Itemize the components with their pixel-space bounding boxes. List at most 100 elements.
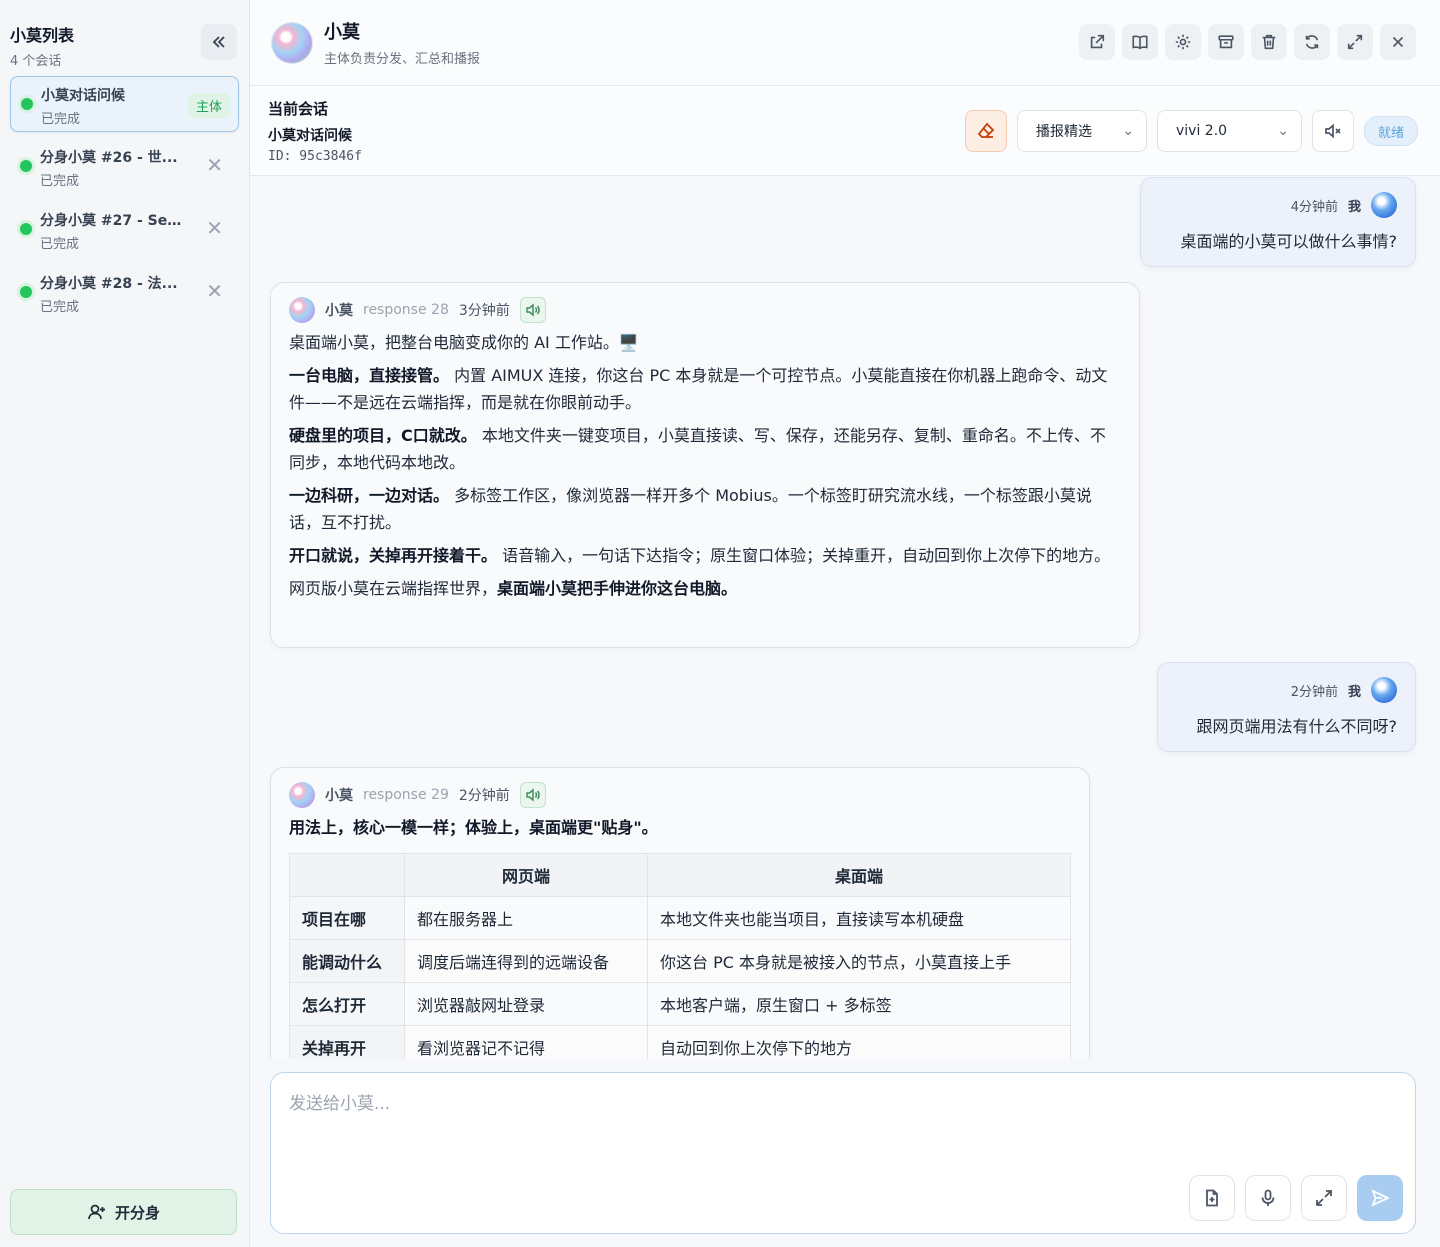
model-select-value: vivi 2.0 — [1175, 123, 1228, 139]
add-user-icon — [88, 1204, 105, 1220]
table-cell: 你这台 PC 本身就是被接入的节点，小莫直接上手 — [647, 939, 1071, 983]
close-icon[interactable]: ✕ — [206, 153, 223, 177]
table-header — [289, 853, 405, 897]
delete-button[interactable] — [1251, 24, 1287, 60]
table-cell: 都在服务器上 — [404, 896, 648, 940]
main-panel: 小莫 主体负责分发、汇总和播报 当前会话 小莫对话问候 ID: 95c3846f… — [250, 0, 1440, 1247]
attach-file-button[interactable] — [1189, 1175, 1235, 1221]
play-audio-button[interactable] — [519, 297, 546, 323]
broadcast-select[interactable]: 播报精选 ⌄ — [1016, 110, 1147, 152]
message-text: 桌面端的小莫可以做什么事情? — [1180, 232, 1398, 251]
chevron-down-icon: ⌄ — [1122, 123, 1134, 139]
assistant-message: 小莫 response 29 2分钟前 用法上，核心一模一样；体验上，桌面端更"… — [270, 767, 1090, 1059]
session-item-main[interactable]: 小莫对话问候 已完成 主体 — [10, 76, 239, 132]
session-name: 分身小莫 #27 - Sel... — [40, 213, 185, 229]
maximize-button[interactable] — [1337, 24, 1373, 60]
expand-composer-button[interactable] — [1301, 1175, 1347, 1221]
table-cell: 浏览器敲网址登录 — [404, 982, 648, 1026]
user-avatar — [1371, 677, 1397, 703]
table-cell: 看浏览器记不记得 — [404, 1025, 648, 1059]
user-message: 4分钟前 我 桌面端的小莫可以做什么事情? — [1140, 177, 1416, 267]
file-add-icon — [1206, 1189, 1218, 1207]
double-chevron-left-icon — [212, 36, 225, 48]
refresh-button[interactable] — [1294, 24, 1330, 60]
user-avatar — [1371, 192, 1397, 218]
collapse-sidebar-button[interactable] — [201, 24, 237, 60]
message-paragraph: 网页版小莫在云端指挥世界，桌面端小莫把手伸进你这台电脑。 — [289, 579, 738, 598]
table-cell: 本地客户端，原生窗口 + 多标签 — [647, 982, 1071, 1026]
session-bar: 当前会话 小莫对话问候 ID: 95c3846f 播报精选 ⌄ vivi 2.0… — [250, 86, 1440, 176]
speaker-muted-icon — [1325, 123, 1341, 139]
status-dot-icon — [20, 160, 32, 172]
table-cell: 项目在哪 — [289, 896, 405, 940]
session-status: 已完成 — [40, 237, 80, 252]
top-bar: 小莫 主体负责分发、汇总和播报 — [250, 0, 1440, 86]
session-item-28[interactable]: 分身小莫 #28 - 法... 已完成 ✕ — [10, 265, 239, 321]
table-header: 网页端 — [404, 853, 648, 897]
message-author: 小莫 — [325, 788, 353, 804]
new-clone-label: 开分身 — [114, 1203, 160, 1222]
response-id: response 28 — [363, 302, 449, 318]
message-body: 用法上，核心一模一样；体验上，桌面端更"贴身"。 网页端 桌面端 项目在哪 都在… — [289, 814, 1071, 1059]
session-item-27[interactable]: 分身小莫 #27 - Sel... 已完成 ✕ — [10, 202, 239, 258]
table-cell: 能调动什么 — [289, 939, 405, 983]
table-row: 关掉再开 看浏览器记不记得 自动回到你上次停下的地方 — [289, 1025, 1071, 1059]
play-audio-button[interactable] — [519, 782, 546, 808]
window-actions — [1079, 24, 1416, 60]
session-list: 小莫对话问候 已完成 主体 分身小莫 #26 - 世... 已完成 ✕ 分身小莫… — [0, 72, 249, 332]
book-icon — [1132, 35, 1148, 50]
assistant-name: 小莫 — [324, 22, 360, 43]
refresh-icon — [1305, 35, 1319, 49]
assistant-avatar — [289, 782, 315, 808]
speaker-icon — [526, 788, 540, 802]
settings-button[interactable] — [1165, 24, 1201, 60]
status-badge: 就绪 — [1363, 116, 1418, 146]
new-clone-button[interactable]: 开分身 — [10, 1189, 237, 1235]
docs-button[interactable] — [1122, 24, 1158, 60]
close-icon — [1392, 36, 1404, 48]
clear-context-button[interactable] — [964, 110, 1007, 152]
message-time: 2分钟前 — [1290, 684, 1338, 700]
close-icon[interactable]: ✕ — [206, 279, 223, 303]
table-cell: 怎么打开 — [289, 982, 405, 1026]
message-input[interactable] — [271, 1073, 1415, 1173]
table-cell: 本地文件夹也能当项目，直接读写本机硬盘 — [647, 896, 1071, 940]
assistant-message: 小莫 response 28 3分钟前 桌面端小莫，把整台电脑变成你的 AI 工… — [270, 282, 1140, 648]
send-button[interactable] — [1357, 1175, 1403, 1221]
message-paragraph: 开口就说，关掉再开接着干。 语音输入，一句话下达指令；原生窗口体验；关掉重开，自… — [289, 546, 1111, 565]
message-paragraph: 一台电脑，直接接管。 内置 AIMUX 连接，你这台 PC 本身就是一个可控节点… — [289, 366, 1108, 412]
status-dot-icon — [21, 98, 33, 110]
archive-button[interactable] — [1208, 24, 1244, 60]
comparison-table: 网页端 桌面端 项目在哪 都在服务器上 本地文件夹也能当项目，直接读写本机硬盘 — [289, 853, 1071, 1059]
table-row: 能调动什么 调度后端连得到的远端设备 你这台 PC 本身就是被接入的节点，小莫直… — [289, 939, 1071, 983]
message-paragraph: 桌面端小莫，把整台电脑变成你的 AI 工作站。🖥️ — [289, 333, 639, 352]
model-select[interactable]: vivi 2.0 ⌄ — [1156, 110, 1302, 152]
message-author: 我 — [1347, 684, 1361, 700]
speaker-icon — [526, 303, 540, 317]
voice-input-button[interactable] — [1245, 1175, 1291, 1221]
session-item-26[interactable]: 分身小莫 #26 - 世... 已完成 ✕ — [10, 139, 239, 195]
assistant-subtitle: 主体负责分发、汇总和播报 — [324, 52, 481, 67]
app-window: 小莫列表 4 个会话 小莫对话问候 已完成 主体 分身小莫 #26 - 世...… — [0, 0, 1440, 1247]
close-window-button[interactable] — [1380, 24, 1416, 60]
external-link-icon — [1090, 34, 1105, 49]
broadcast-select-value: 播报精选 — [1035, 124, 1092, 140]
eraser-icon — [977, 122, 995, 138]
status-dot-icon — [20, 223, 32, 235]
user-message: 2分钟前 我 跟网页端用法有什么不同呀? — [1157, 662, 1416, 752]
trash-icon — [1262, 34, 1276, 50]
message-body: 桌面端小莫，把整台电脑变成你的 AI 工作站。🖥️ 一台电脑，直接接管。 内置 … — [289, 329, 1121, 602]
message-author: 小莫 — [325, 303, 353, 319]
table-row: 怎么打开 浏览器敲网址登录 本地客户端，原生窗口 + 多标签 — [289, 982, 1071, 1026]
open-external-button[interactable] — [1079, 24, 1115, 60]
session-name: 分身小莫 #26 - 世... — [40, 150, 178, 166]
mute-button[interactable] — [1311, 110, 1354, 152]
response-id: response 29 — [363, 787, 449, 803]
microphone-icon — [1261, 1189, 1275, 1206]
session-controls: 播报精选 ⌄ vivi 2.0 ⌄ 就绪 — [964, 110, 1418, 152]
chevron-down-icon: ⌄ — [1277, 123, 1289, 139]
composer — [270, 1072, 1416, 1234]
composer-actions — [1189, 1175, 1403, 1221]
expand-icon — [1316, 1190, 1332, 1206]
close-icon[interactable]: ✕ — [206, 216, 223, 240]
